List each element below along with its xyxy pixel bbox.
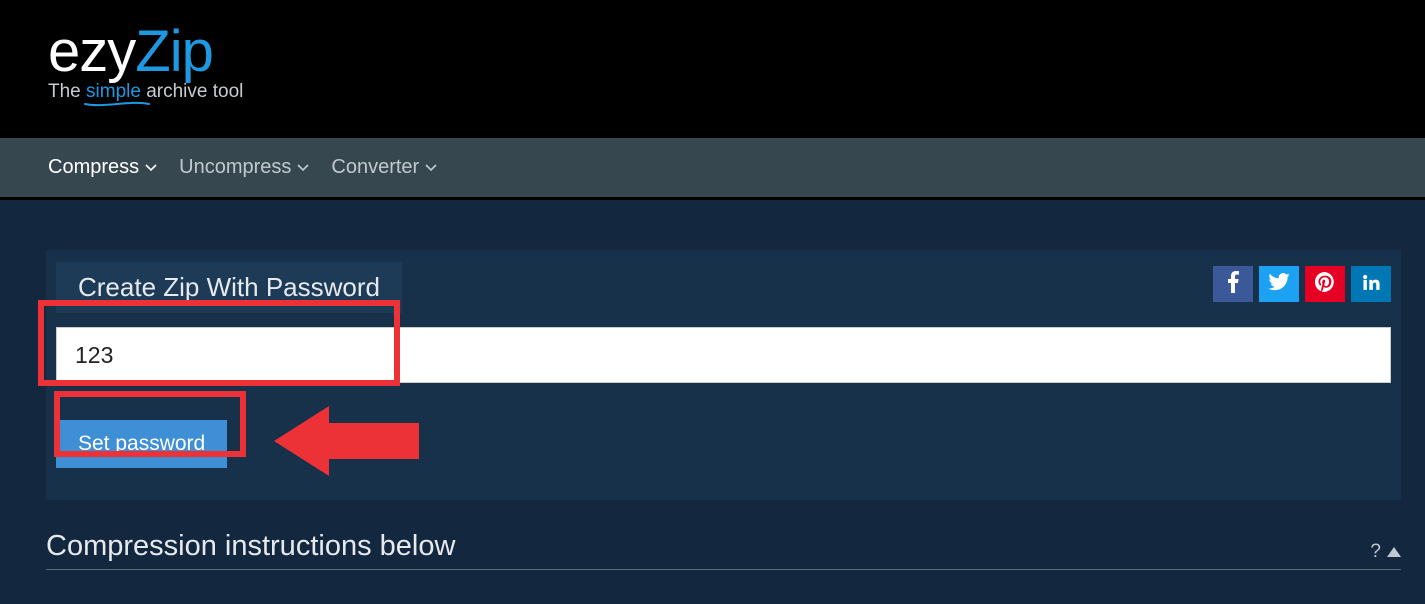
navbar: Compress Uncompress Converter [0,138,1425,200]
social-share [1213,262,1391,302]
card-title: Create Zip With Password [56,262,402,313]
nav-uncompress[interactable]: Uncompress [179,156,309,179]
tagline-simple: simple [86,81,141,102]
pinterest-share-button[interactable] [1305,266,1345,302]
nav-label: Compress [48,156,139,179]
caret-down-icon [297,164,309,172]
password-input-wrap [56,327,1391,383]
help-icon: ? [1370,541,1381,563]
caret-down-icon [425,164,437,172]
instructions-toggle[interactable]: ? [1370,541,1401,563]
logo[interactable]: ezyZip [48,18,1425,85]
password-card: Create Zip With Password Set p [46,250,1401,500]
logo-text-zip: Zip [135,18,213,85]
facebook-icon [1227,271,1239,298]
linkedin-icon [1361,272,1381,297]
twitter-share-button[interactable] [1259,266,1299,302]
nav-compress[interactable]: Compress [48,156,157,179]
nav-label: Uncompress [179,156,291,179]
linkedin-share-button[interactable] [1351,266,1391,302]
caret-down-icon [145,164,157,172]
password-input[interactable] [56,327,1391,383]
nav-converter[interactable]: Converter [331,156,437,179]
annotation-arrow-icon [269,401,429,486]
facebook-share-button[interactable] [1213,266,1253,302]
tagline-post: archive tool [141,81,243,102]
tagline-pre: The [48,81,86,102]
main-content: Create Zip With Password Set p [0,200,1425,570]
logo-text-ezy: ezy [48,18,135,85]
twitter-icon [1268,273,1290,296]
button-row: Set password [56,401,1401,486]
set-password-button[interactable]: Set password [56,420,227,468]
header: ezyZip The simple archive tool [0,0,1425,138]
instructions-section[interactable]: Compression instructions below ? [46,530,1401,570]
tagline: The simple archive tool [48,81,1425,103]
nav-label: Converter [331,156,419,179]
card-header: Create Zip With Password [46,250,1401,313]
pinterest-icon [1315,272,1335,297]
instructions-title: Compression instructions below [46,530,455,563]
caret-up-icon [1387,541,1401,563]
